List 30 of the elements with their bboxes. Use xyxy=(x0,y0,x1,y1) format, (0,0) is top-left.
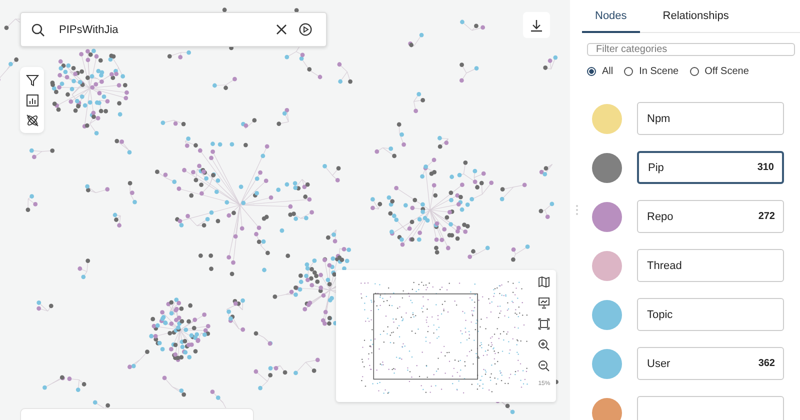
zoom-in-icon[interactable] xyxy=(538,339,550,351)
zoom-out-icon[interactable] xyxy=(538,360,550,372)
category-item[interactable]: Topic xyxy=(637,298,784,331)
radio-option[interactable]: In Scene xyxy=(624,66,679,77)
fit-screen-icon[interactable] xyxy=(538,318,550,330)
tab[interactable]: Relationships xyxy=(650,0,742,33)
category-item[interactable]: Repo 272 xyxy=(637,200,784,233)
chart-icon[interactable] xyxy=(26,94,38,106)
category-item[interactable]: User 362 xyxy=(637,347,784,380)
atom-icon[interactable] xyxy=(26,114,38,126)
category-item[interactable]: Npm xyxy=(637,102,784,135)
search-field[interactable]: PIPsWithJia xyxy=(20,12,327,47)
filter-icon[interactable] xyxy=(26,74,38,86)
search-input[interactable]: PIPsWithJia xyxy=(57,22,264,36)
radio-option[interactable]: All xyxy=(587,66,614,77)
category-item[interactable]: Thread xyxy=(637,249,784,282)
count-label: 362 xyxy=(758,358,775,369)
count-label: 310 xyxy=(757,162,774,173)
download-button[interactable] xyxy=(523,12,550,38)
close-icon[interactable] xyxy=(276,24,287,35)
tab[interactable]: Nodes xyxy=(582,0,640,33)
count-label: 272 xyxy=(758,211,775,222)
map-icon[interactable] xyxy=(538,276,550,288)
presentation-icon[interactable] xyxy=(538,297,550,309)
category-item[interactable]: Pip 310 xyxy=(637,151,784,184)
filter-field[interactable]: Filter categories xyxy=(587,43,795,56)
radio-option[interactable]: Off Scene xyxy=(690,66,749,77)
search-icon xyxy=(31,22,45,36)
download-icon xyxy=(530,18,543,32)
play-circle-icon[interactable] xyxy=(299,23,312,36)
